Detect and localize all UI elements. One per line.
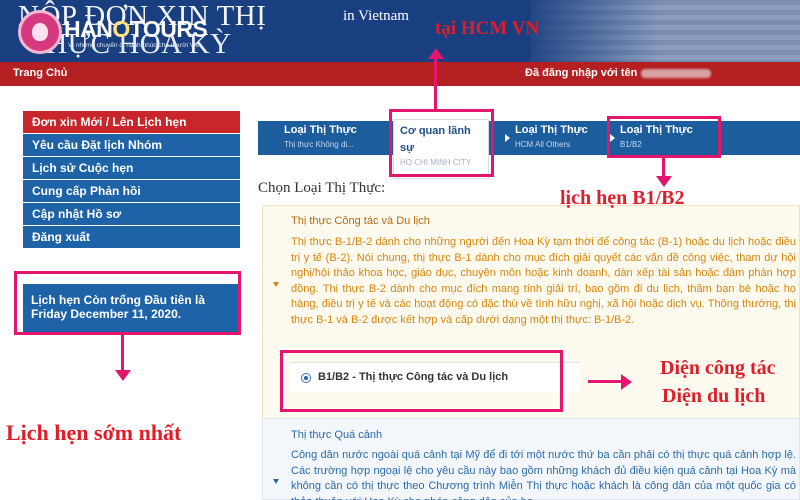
caret-down-icon[interactable]: [273, 282, 279, 287]
arrow-up-line: [434, 58, 437, 110]
lotus-logo-icon: [18, 10, 62, 54]
sidebar-menu: Đơn xin Mới / Lên Lịch hẹn Yêu cầu Đặt l…: [23, 111, 240, 249]
logo-wordmark: HANOTOURS: [64, 16, 208, 42]
sidebar-item-feedback[interactable]: Cung cấp Phản hồi: [23, 180, 240, 203]
site-header: NỘP ĐƠN XIN THỊ THỰC HOA KỲ in Vietnam H…: [0, 0, 800, 62]
caret-down-icon[interactable]: [273, 479, 279, 484]
step-visa-type-1[interactable]: Loại Thị Thực Thị thực Không di...: [284, 121, 357, 155]
sidebar-item-group-booking[interactable]: Yêu cầu Đặt lịch Nhóm: [23, 134, 240, 157]
arrow-down-line: [662, 158, 665, 178]
nav-home-link[interactable]: Trang Chủ: [13, 67, 67, 79]
sidebar-item-logout[interactable]: Đăng xuất: [23, 226, 240, 249]
choose-visa-type-heading: Chọn Loại Thị Thực:: [258, 180, 386, 196]
arrow-down-icon: [656, 176, 672, 187]
highlight-visa-b1b2-step: [607, 116, 721, 158]
step-visa-type-2[interactable]: Loại Thị Thực HCM All Others: [505, 121, 588, 155]
card-description: Công dân nước ngoài quá cảnh tại Mỹ để đ…: [291, 449, 796, 500]
hanotours-logo: HANOTOURS Vì những chuyến đi hạnh phúc c…: [18, 10, 208, 54]
arrow-down-line: [121, 335, 124, 372]
sidebar-item-appointment-history[interactable]: Lịch sử Cuộc hẹn: [23, 157, 240, 180]
annotation-tourism: Diện du lịch: [662, 385, 766, 407]
header-subtitle: in Vietnam: [343, 8, 409, 24]
card-title: Thị thực Quá cảnh: [291, 429, 383, 441]
page: NỘP ĐƠN XIN THỊ THỰC HOA KỲ in Vietnam H…: [0, 0, 800, 500]
sidebar-item-new-application[interactable]: Đơn xin Mới / Lên Lịch hẹn: [23, 111, 240, 134]
logged-in-status: Đã đăng nhập với tên: [525, 67, 712, 79]
top-nav-bar: Trang Chủ Đã đăng nhập với tên: [0, 62, 800, 86]
sidebar-item-update-profile[interactable]: Cập nhật Hồ sơ: [23, 203, 240, 226]
transit-visa-card: Thị thực Quá cảnh Công dân nước ngoài qu…: [262, 418, 800, 500]
annotation-hcm: tại HCM VN: [435, 18, 540, 39]
annotation-earliest: Lịch hẹn sớm nhất: [6, 420, 182, 445]
card-title: Thị thực Công tác và Du lịch: [291, 215, 430, 227]
card-description: Thị thực B-1/B-2 dành cho những người đế…: [291, 236, 796, 326]
arrow-right-line: [588, 380, 622, 383]
annotation-business: Diện công tác: [660, 357, 776, 379]
annotation-b1b2: lịch hẹn B1/B2: [560, 187, 685, 209]
highlight-earliest-appointment: [14, 271, 241, 335]
arrow-up-icon: [428, 48, 444, 59]
logo-tagline: Vì những chuyến đi hạnh phúc cho người V…: [68, 42, 201, 49]
step-arrow-icon: [505, 134, 510, 142]
highlight-consular-post: [389, 109, 494, 177]
blurred-username: [641, 68, 712, 78]
arrow-down-icon: [115, 370, 131, 381]
highlight-radio-option: [280, 350, 563, 412]
arrow-right-icon: [621, 374, 632, 390]
